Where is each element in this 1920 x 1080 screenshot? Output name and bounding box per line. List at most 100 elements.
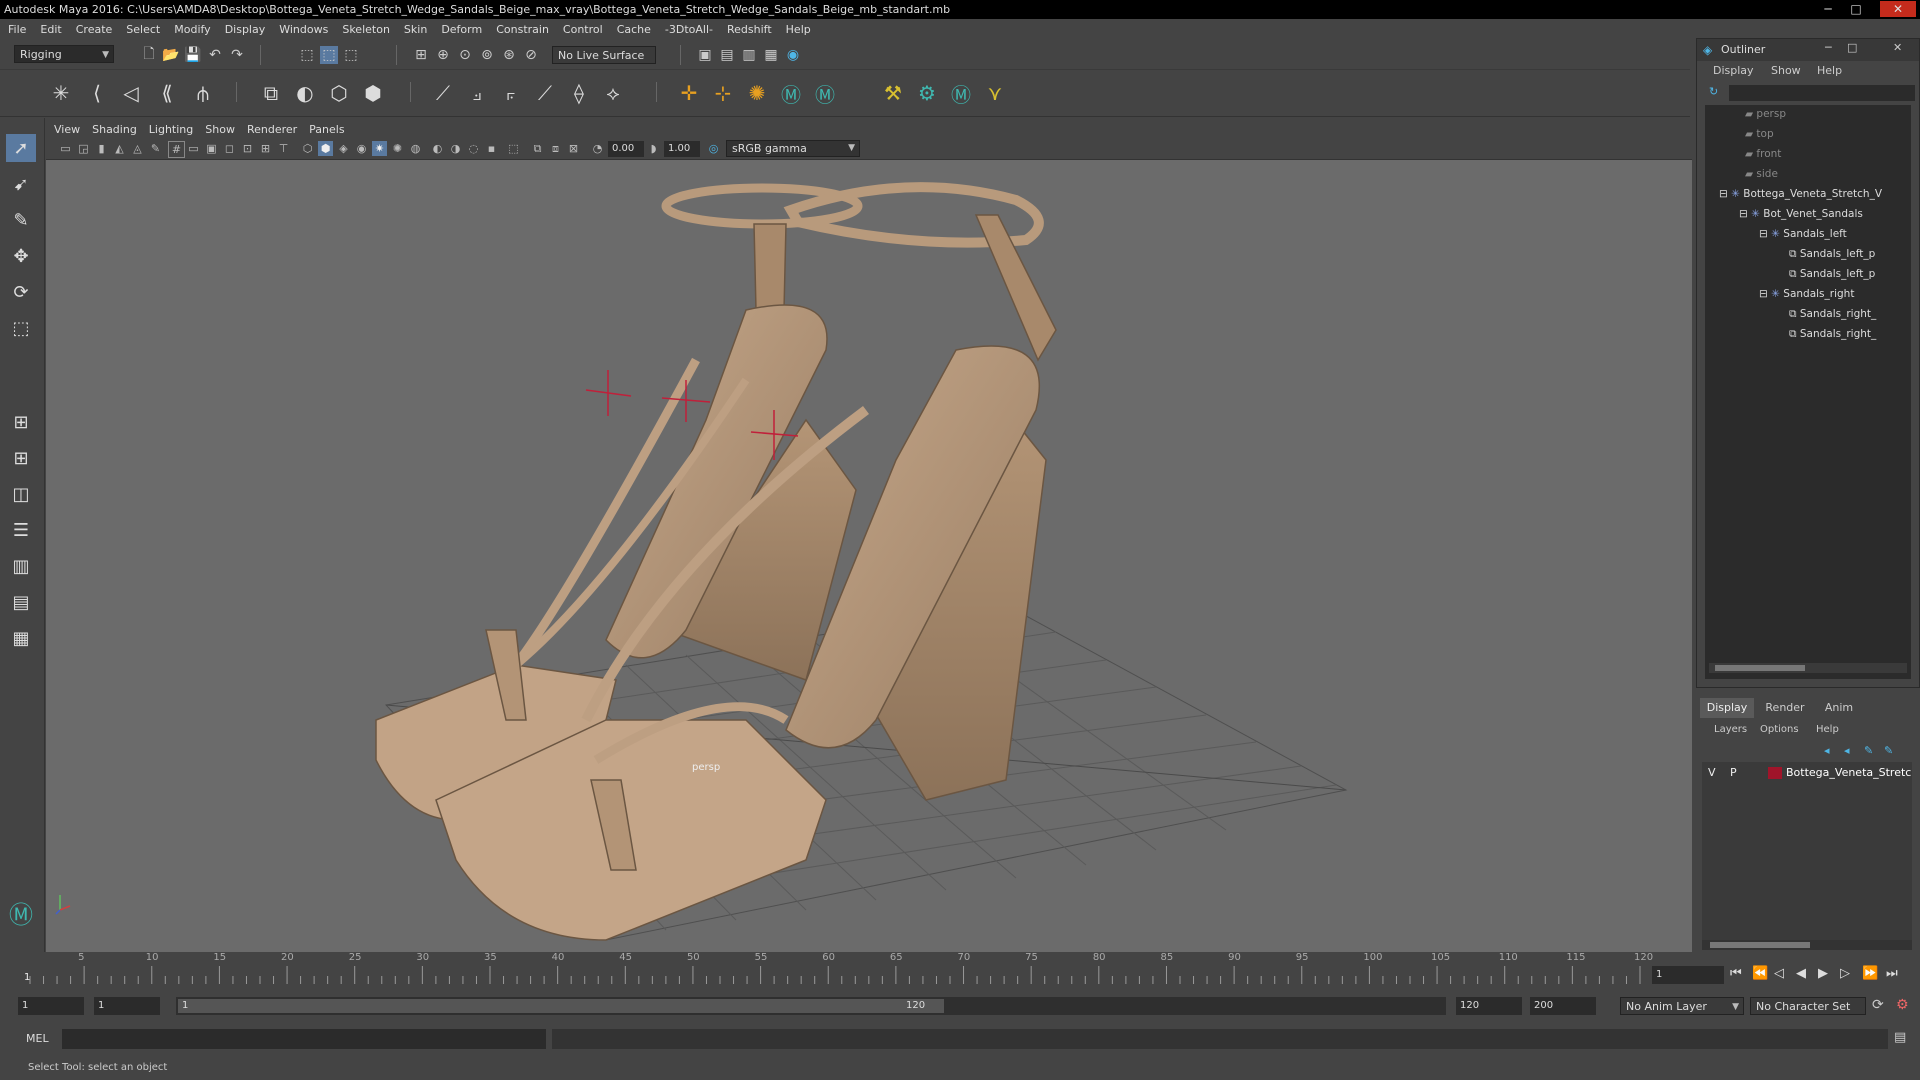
outliner-filter-input[interactable]: [1729, 85, 1915, 101]
paint-select-icon[interactable]: ✎: [6, 206, 36, 234]
outliner-item-sandals-left-p2[interactable]: ⧉ Sandals_left_p: [1789, 265, 1875, 283]
viewport-menu-lighting[interactable]: Lighting: [143, 120, 199, 139]
snap-live-icon[interactable]: ⊘: [522, 46, 540, 64]
move-tool-icon[interactable]: ✥: [6, 242, 36, 270]
film-gate-icon[interactable]: ▭: [186, 141, 201, 156]
animation-prefs-icon[interactable]: ⚙: [1896, 997, 1909, 1013]
new-empty-layer-icon[interactable]: ✎: [1864, 744, 1873, 757]
camera-attr-icon[interactable]: ◲: [76, 141, 91, 156]
menu-set-dropdown[interactable]: Rigging ▼: [14, 45, 114, 63]
layer-hscrollbar[interactable]: [1702, 940, 1912, 950]
isolate-icon[interactable]: ▪: [484, 141, 499, 156]
point-constraint-icon[interactable]: ⊹: [708, 78, 738, 108]
insert-joint-icon[interactable]: ⟨: [82, 78, 112, 108]
character-set-dropdown[interactable]: No Character Set: [1750, 997, 1866, 1015]
wireframe-on-shaded-icon[interactable]: ◈: [336, 141, 351, 156]
ik-spline-icon[interactable]: ⫛: [188, 78, 218, 108]
outliner-menu-help[interactable]: Help: [1817, 64, 1842, 77]
scrollbar-thumb[interactable]: [1710, 942, 1810, 948]
undo-icon[interactable]: ↶: [206, 46, 224, 64]
outliner-item-front[interactable]: ▰ front: [1745, 145, 1781, 163]
menu-3dtoall[interactable]: -3DtoAll-: [658, 19, 720, 41]
outliner-item-sandals-left[interactable]: ⊟ ✳ Sandals_left: [1759, 225, 1847, 243]
tab-render[interactable]: Render: [1758, 698, 1812, 718]
layers-menu-options[interactable]: Options: [1760, 724, 1799, 735]
outliner-item-root[interactable]: ⊟ ✳ Bottega_Veneta_Stretch_V: [1719, 185, 1882, 203]
single-perspective-layout-icon[interactable]: ⊞: [6, 408, 36, 436]
gamma-icon[interactable]: ◗: [646, 141, 661, 156]
auto-key-icon[interactable]: ⟳: [1872, 997, 1884, 1013]
viewport-menu-panels[interactable]: Panels: [303, 120, 350, 139]
parent-constraint-icon[interactable]: Ⓜ: [810, 78, 840, 108]
time-slider[interactable]: 5 10 15 20 25 30 35 40 45 50 55 60 65 70 75 80 85 90 95 100…: [0, 952, 1920, 986]
cluster-icon[interactable]: ⟋: [428, 78, 458, 108]
joint-tool-icon[interactable]: ✳: [46, 78, 76, 108]
close-button[interactable]: ✕: [1880, 1, 1916, 17]
grid-icon[interactable]: #: [168, 141, 185, 158]
textured-icon[interactable]: ◉: [354, 141, 369, 156]
tab-anim[interactable]: Anim: [1814, 698, 1864, 718]
image-plane-icon[interactable]: ◭: [112, 141, 127, 156]
xray-joints-icon[interactable]: ⧉: [530, 141, 545, 156]
outliner-item-persp[interactable]: ▰ persp: [1745, 105, 1786, 123]
menu-modify[interactable]: Modify: [167, 19, 217, 41]
outliner-item-sandals-right[interactable]: ⊟ ✳ Sandals_right: [1759, 285, 1854, 303]
lattice-icon[interactable]: ⬢: [358, 78, 388, 108]
go-to-end-icon[interactable]: ⏭: [1886, 966, 1898, 981]
grease-pencil-icon[interactable]: ✎: [148, 141, 163, 156]
select-component-icon[interactable]: ⬚: [342, 46, 360, 64]
anti-alias-icon[interactable]: ◑: [448, 141, 463, 156]
menu-cache[interactable]: Cache: [610, 19, 658, 41]
twist-icon[interactable]: ⟔: [496, 78, 526, 108]
render-settings-icon[interactable]: ▦: [762, 46, 780, 64]
collapse-icon[interactable]: ⊟: [1759, 228, 1771, 240]
gamma-field[interactable]: 1.00: [664, 141, 700, 157]
outliner-menu-display[interactable]: Display: [1713, 64, 1754, 77]
select-tool-icon[interactable]: ➚: [6, 134, 36, 162]
hik-icon[interactable]: Ⓜ: [946, 78, 976, 108]
four-view-layout-icon[interactable]: ⊞: [6, 444, 36, 472]
custom-layout-icon[interactable]: ▤: [6, 588, 36, 616]
outliner-item-sandals-right-2[interactable]: ⧉ Sandals_right_: [1789, 325, 1876, 343]
color-management-icon[interactable]: ◎: [706, 141, 721, 156]
mirror-joint-icon[interactable]: ◁: [116, 78, 146, 108]
layer-name[interactable]: Bottega_Veneta_Stretc: [1786, 766, 1911, 779]
select-hierarchy-icon[interactable]: ⬚: [298, 46, 316, 64]
ambient-occlusion-icon[interactable]: ◍: [408, 141, 423, 156]
viewport-menu-shading[interactable]: Shading: [86, 120, 143, 139]
ik-handle-icon[interactable]: ⟪: [152, 78, 182, 108]
move-layer-up-icon[interactable]: ◂: [1824, 744, 1830, 757]
play-forward-icon[interactable]: ▶: [1818, 966, 1828, 981]
tab-display[interactable]: Display: [1700, 698, 1754, 718]
wireframe-icon[interactable]: ⬡: [300, 141, 315, 156]
wave-icon[interactable]: ⟡: [598, 78, 628, 108]
end-time-field[interactable]: 200: [1530, 997, 1596, 1015]
anim-layer-dropdown[interactable]: No Anim Layer ▼: [1620, 997, 1744, 1015]
new-scene-icon[interactable]: 🗋: [140, 46, 158, 64]
snap-curve-icon[interactable]: ⊕: [434, 46, 452, 64]
menu-control[interactable]: Control: [556, 19, 610, 41]
flare-icon[interactable]: ⟋: [530, 78, 560, 108]
xray-active-icon[interactable]: ⧈: [548, 141, 563, 156]
motion-blur-icon[interactable]: ◐: [430, 141, 445, 156]
field-chart-icon[interactable]: ⊡: [240, 141, 255, 156]
redo-icon[interactable]: ↷: [228, 46, 246, 64]
outliner-item-sandals-right-1[interactable]: ⧉ Sandals_right_: [1789, 305, 1876, 323]
bend-icon[interactable]: ⟓: [462, 78, 492, 108]
exposure-icon[interactable]: ◔: [590, 141, 605, 156]
collapse-icon[interactable]: ⊟: [1739, 208, 1751, 220]
outliner-maximize-button[interactable]: □: [1847, 41, 1857, 54]
move-layer-down-icon[interactable]: ◂: [1844, 744, 1850, 757]
outliner-close-button[interactable]: ✕: [1893, 41, 1902, 54]
current-frame-field[interactable]: 1: [1652, 966, 1724, 984]
mel-command-input[interactable]: [62, 1029, 546, 1049]
viewport-menu-view[interactable]: View: [46, 120, 86, 139]
two-view-layout-icon[interactable]: ◫: [6, 480, 36, 508]
outliner-layout-icon[interactable]: ☰: [6, 516, 36, 544]
layer-visibility-toggle[interactable]: V: [1708, 766, 1716, 779]
camera-icon[interactable]: ▭: [58, 141, 73, 156]
hypergraph-layout-icon[interactable]: ▦: [6, 624, 36, 652]
playback-start-field[interactable]: 1: [94, 997, 160, 1015]
layers-menu-help[interactable]: Help: [1816, 724, 1839, 735]
outliner-item-bot-venet-sandals[interactable]: ⊟ ✳ Bot_Venet_Sandals: [1739, 205, 1863, 223]
